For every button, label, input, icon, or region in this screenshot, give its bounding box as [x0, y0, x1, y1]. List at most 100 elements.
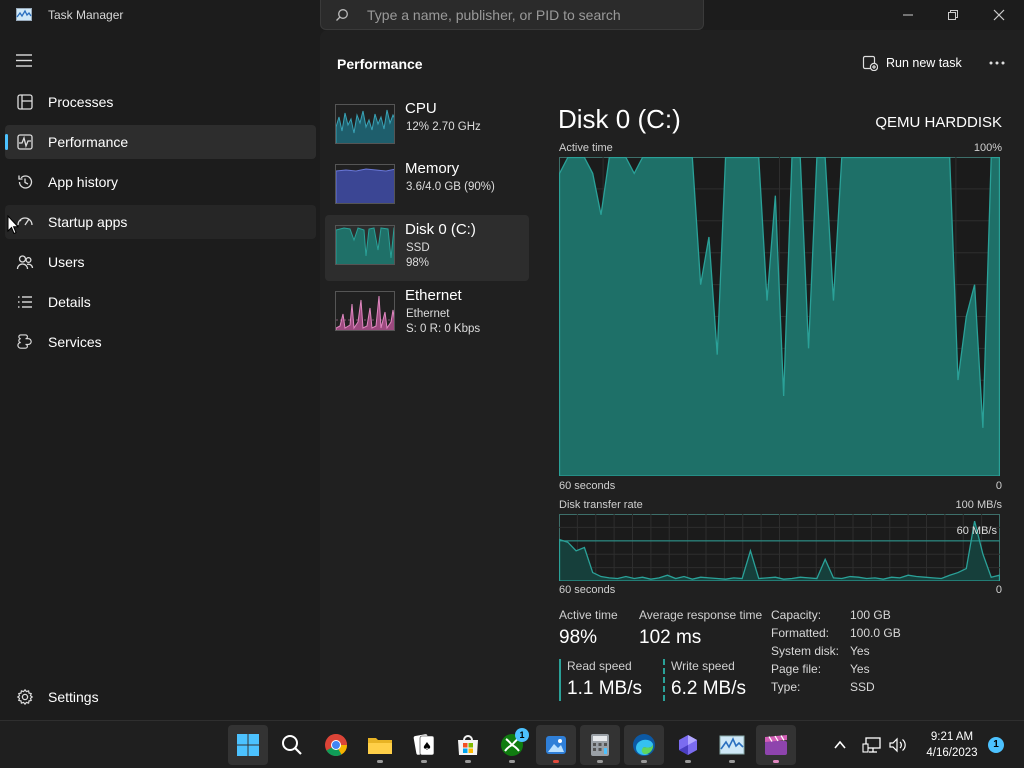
read-speed-label: Read speed — [567, 659, 632, 673]
sidebar-item-details[interactable]: Details — [5, 285, 316, 319]
store-icon — [458, 735, 478, 755]
capacity-value: 100 GB — [850, 608, 891, 622]
restore-button[interactable] — [930, 0, 976, 30]
search-icon — [282, 735, 302, 755]
read-speed-value: 1.1 MB/s — [567, 678, 642, 699]
main-panel: Performance Run new task CPU 12% 2.70 GH… — [320, 30, 1024, 720]
write-speed-indicator — [663, 659, 665, 701]
taskbar-xbox[interactable]: 1 — [492, 725, 532, 765]
taskbar-clipchamp[interactable] — [756, 725, 796, 765]
device-ethernet[interactable]: Ethernet Ethernet S: 0 R: 0 Kbps — [325, 281, 529, 347]
restore-icon — [948, 10, 958, 20]
taskbar-file-explorer[interactable] — [360, 725, 400, 765]
device-detail: SSD — [406, 242, 430, 254]
device-detail: 3.6/4.0 GB (90%) — [406, 181, 495, 193]
sidebar-item-app-history[interactable]: App history — [5, 165, 316, 199]
transfer-zero-label: 0 — [995, 584, 1002, 596]
transfer-rate-chart — [559, 514, 1000, 581]
running-indicator — [553, 760, 559, 763]
transfer-rate-reference-label: 60 MB/s — [956, 525, 997, 537]
device-detail: 12% 2.70 GHz — [406, 121, 481, 133]
page-file-value: Yes — [850, 662, 870, 676]
device-usage: 98% — [406, 257, 430, 269]
taskbar-clock[interactable]: 9:21 AM 4/16/2023 — [918, 729, 986, 761]
taskbar-chrome[interactable] — [316, 725, 356, 765]
device-memory[interactable]: Memory 3.6/4.0 GB (90%) — [325, 154, 529, 220]
running-indicator — [597, 760, 603, 763]
volume-button[interactable] — [888, 721, 908, 768]
taskbar-start-button[interactable] — [228, 725, 268, 765]
avg-response-value: 102 ms — [639, 627, 702, 648]
active-time-stat-value: 98% — [559, 627, 598, 648]
sidebar-item-services[interactable]: Services — [5, 325, 316, 359]
cpu-thumbnail — [335, 104, 395, 144]
disk-model: QEMU HARDDISK — [875, 114, 1002, 131]
close-button[interactable] — [976, 0, 1022, 30]
search-box[interactable] — [320, 0, 704, 30]
active-time-stat-label: Active time — [559, 608, 618, 622]
run-new-task-button[interactable]: Run new task — [862, 52, 962, 74]
hamburger-menu-icon[interactable] — [14, 52, 36, 70]
main-header: Performance Run new task — [320, 30, 1024, 88]
formatted-value: 100.0 GB — [850, 626, 901, 640]
gear-icon — [16, 688, 34, 706]
task-manager-icon — [719, 735, 745, 755]
device-cpu[interactable]: CPU 12% 2.70 GHz — [325, 94, 529, 160]
sidebar-item-label: Processes — [48, 94, 114, 110]
taskbar-task-manager[interactable] — [712, 725, 752, 765]
taskbar-search-button[interactable] — [272, 725, 312, 765]
network-button[interactable] — [862, 721, 882, 768]
clipchamp-icon — [765, 735, 787, 755]
services-icon — [17, 334, 32, 349]
capacity-label: Capacity: — [771, 608, 822, 622]
speaker-icon — [889, 737, 906, 753]
sidebar-item-label: App history — [48, 174, 119, 190]
taskbar-copilot[interactable] — [668, 725, 708, 765]
close-icon — [993, 9, 1005, 21]
running-indicator — [729, 760, 735, 763]
running-indicator — [421, 760, 427, 763]
sidebar-item-settings[interactable]: Settings — [5, 680, 316, 714]
device-disk[interactable]: Disk 0 (C:) SSD 98% — [325, 215, 529, 281]
sidebar-item-label: Details — [48, 294, 91, 310]
processes-icon — [17, 94, 33, 110]
running-indicator — [377, 760, 383, 763]
sidebar-item-startup-apps[interactable]: Startup apps — [5, 205, 316, 239]
sidebar-item-label: Services — [48, 334, 102, 350]
window-title: Task Manager — [48, 8, 124, 22]
taskbar-solitaire[interactable]: ♠ — [404, 725, 444, 765]
taskbar-store[interactable] — [448, 725, 488, 765]
type-label: Type: — [771, 680, 801, 694]
sidebar-item-performance[interactable]: Performance — [5, 125, 316, 159]
notification-center-badge[interactable]: 1 — [988, 737, 1004, 753]
sidebar-item-label: Startup apps — [48, 214, 128, 230]
minimize-icon — [903, 14, 913, 16]
minimize-button[interactable] — [885, 0, 931, 30]
active-indicator — [5, 134, 8, 150]
clock-time: 9:21 AM — [930, 731, 974, 743]
clock-date: 4/16/2023 — [926, 747, 978, 759]
taskbar: ♠ 1 9:21 AM 4/16/2023 1 — [0, 720, 1024, 768]
running-indicator — [509, 760, 515, 763]
taskbar-photos[interactable] — [536, 725, 576, 765]
active-time-max-label: 100% — [973, 142, 1002, 154]
active-time-chart-label: Active time — [559, 142, 613, 154]
active-time-zero-label: 0 — [995, 480, 1002, 492]
sidebar-item-users[interactable]: Users — [5, 245, 316, 279]
active-time-chart — [559, 157, 1000, 476]
sidebar-item-processes[interactable]: Processes — [5, 85, 316, 119]
transfer-seconds-label: 60 seconds — [559, 584, 616, 596]
history-icon — [18, 175, 33, 189]
windows-logo-icon — [237, 734, 259, 756]
search-input[interactable] — [367, 4, 687, 26]
taskbar-calculator[interactable] — [580, 725, 620, 765]
avg-response-label: Average response time — [639, 608, 763, 622]
show-hidden-icons-button[interactable] — [832, 721, 848, 768]
memory-thumbnail — [335, 164, 395, 204]
device-detail: Ethernet — [406, 308, 450, 320]
taskbar-edge[interactable] — [624, 725, 664, 765]
run-task-label: Run new task — [886, 56, 962, 70]
search-icon — [336, 9, 348, 21]
performance-icon — [17, 134, 33, 150]
more-options-icon[interactable] — [988, 54, 1006, 72]
